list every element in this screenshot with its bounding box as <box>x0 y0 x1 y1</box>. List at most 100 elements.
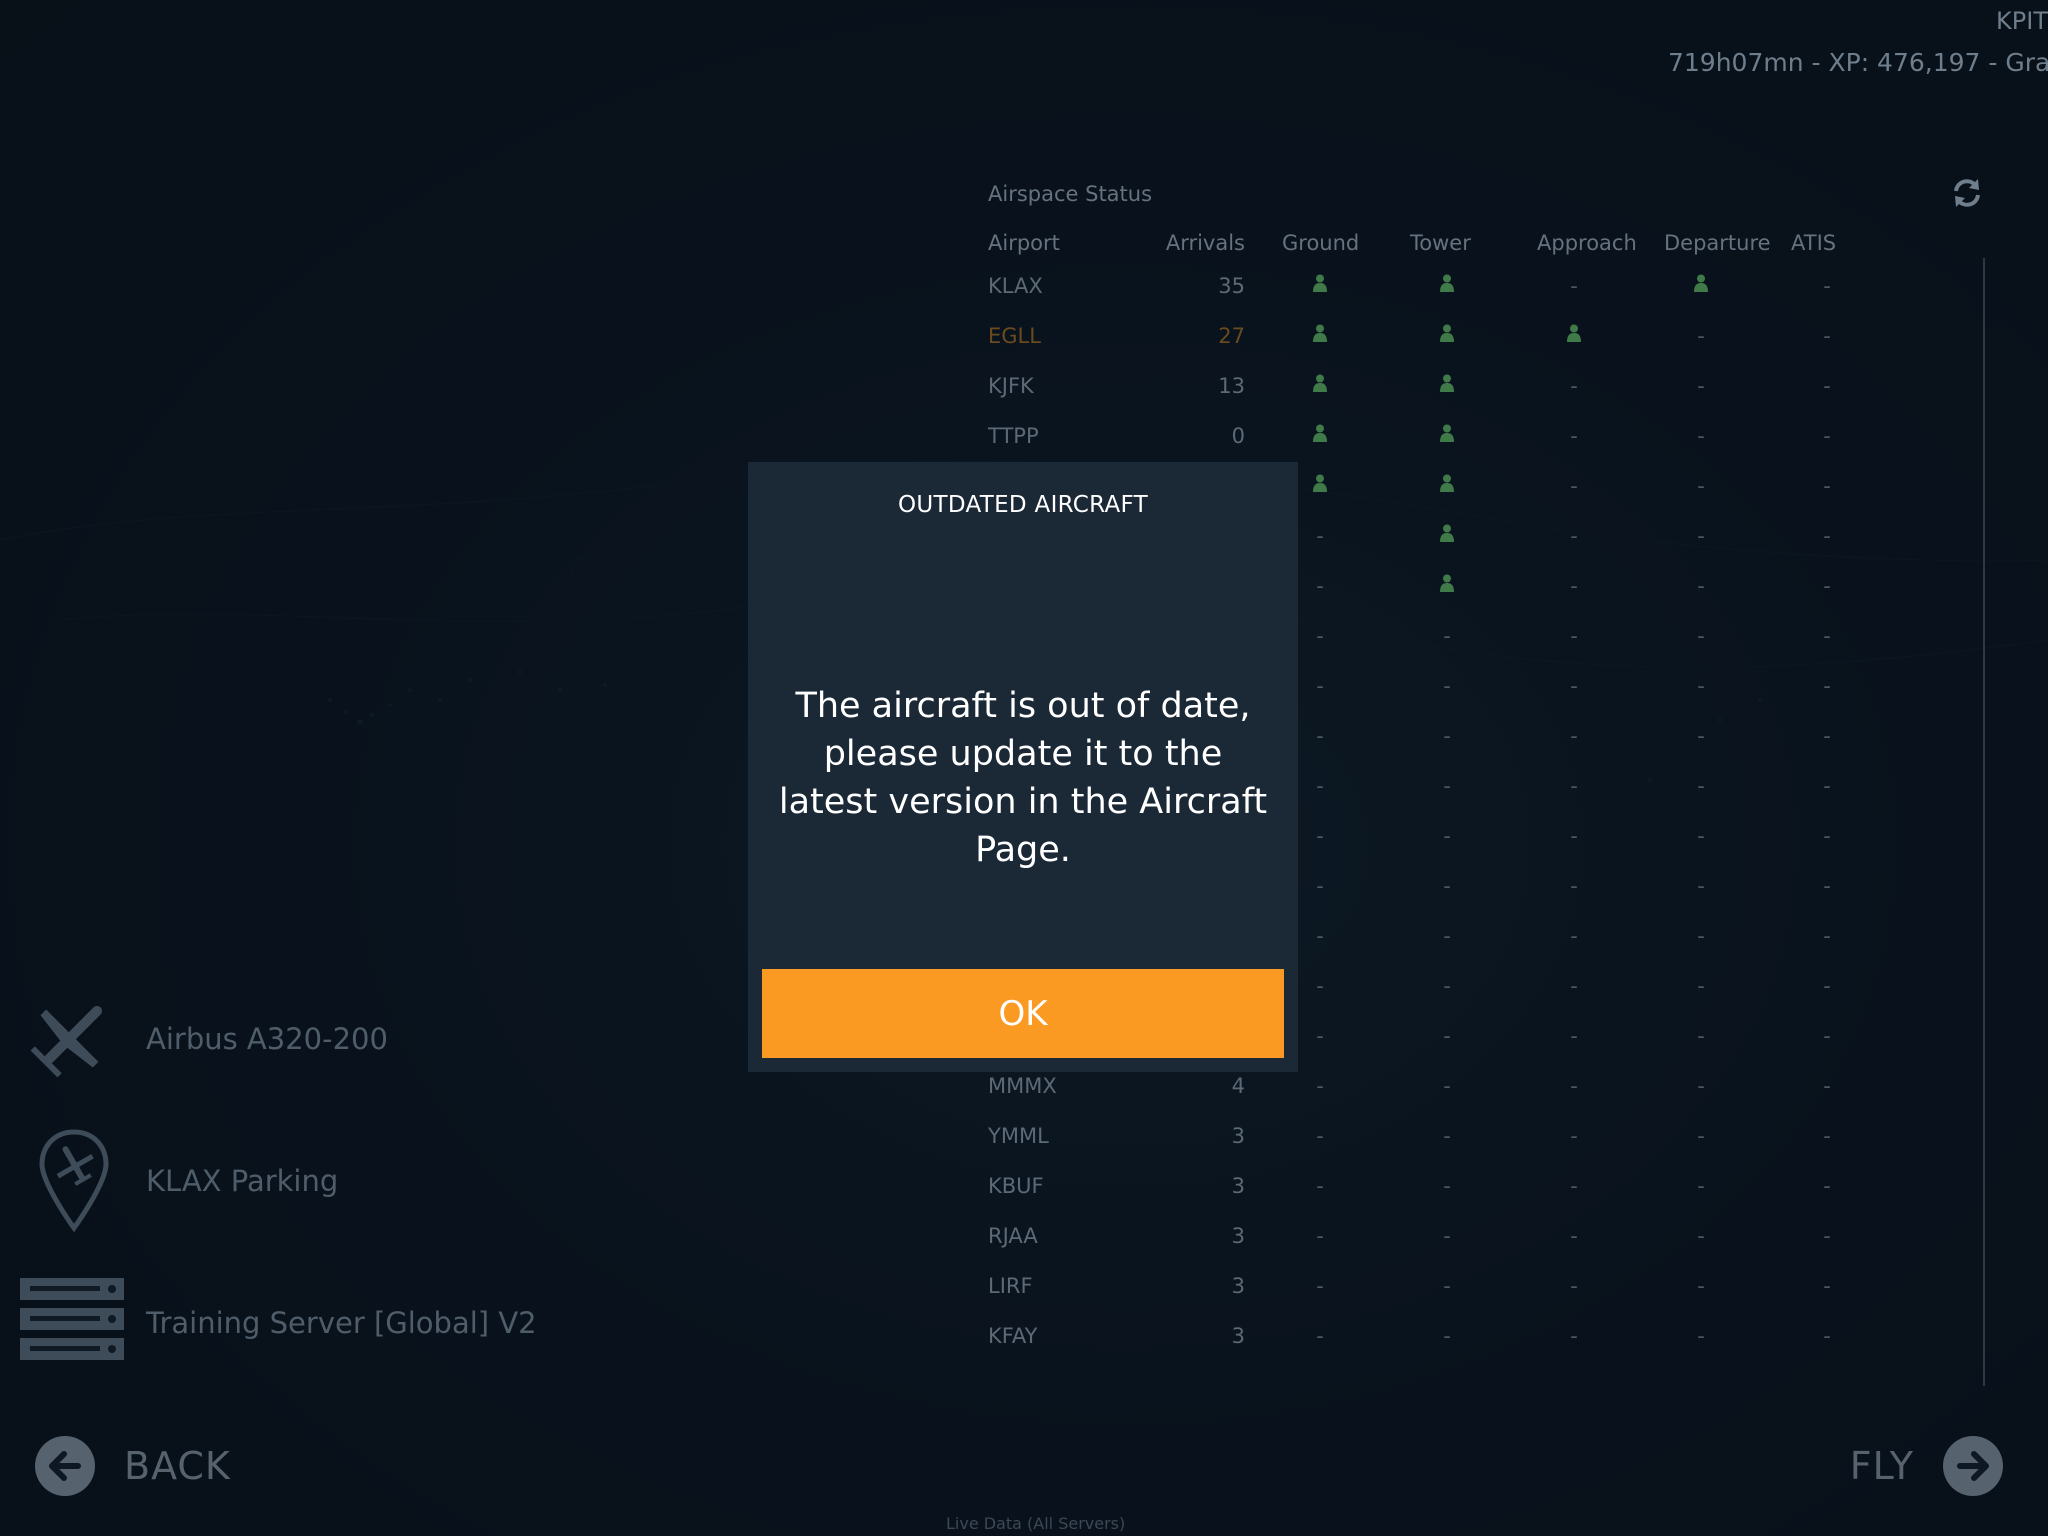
no-controller-dash: - <box>1823 324 1831 348</box>
no-controller-dash: - <box>1570 724 1578 748</box>
location-selection[interactable]: KLAX Parking <box>146 1164 338 1198</box>
no-controller-dash: - <box>1443 874 1451 898</box>
table-row[interactable]: RJAA 3 - - - - - <box>988 1224 1984 1274</box>
no-controller-dash: - <box>1316 1124 1324 1148</box>
no-controller-dash: - <box>1823 1324 1831 1348</box>
no-controller-dash: - <box>1697 1174 1705 1198</box>
no-controller-dash: - <box>1316 1074 1324 1098</box>
controller-icon <box>1313 424 1327 442</box>
no-controller-dash: - <box>1443 1224 1451 1248</box>
no-controller-dash: - <box>1316 624 1324 648</box>
no-controller-dash: - <box>1570 674 1578 698</box>
no-controller-dash: - <box>1697 474 1705 498</box>
no-controller-dash: - <box>1443 924 1451 948</box>
no-controller-dash: - <box>1316 874 1324 898</box>
controller-icon <box>1440 424 1454 442</box>
airport-code: TTPP <box>988 424 1039 448</box>
no-controller-dash: - <box>1823 1024 1831 1048</box>
table-scrollbar[interactable] <box>1983 258 1985 1386</box>
no-controller-dash: - <box>1570 1124 1578 1148</box>
no-controller-dash: - <box>1316 724 1324 748</box>
column-header: Airport <box>988 231 1060 255</box>
column-header: Tower <box>1410 231 1471 255</box>
no-controller-dash: - <box>1570 1324 1578 1348</box>
back-button[interactable]: BACK <box>34 1434 231 1498</box>
no-controller-dash: - <box>1316 774 1324 798</box>
no-controller-dash: - <box>1570 574 1578 598</box>
no-controller-dash: - <box>1823 674 1831 698</box>
arrivals-count: 27 <box>1218 324 1245 348</box>
table-row[interactable]: KFAY 3 - - - - - <box>988 1324 1984 1374</box>
no-controller-dash: - <box>1823 1124 1831 1148</box>
no-controller-dash: - <box>1570 774 1578 798</box>
no-controller-dash: - <box>1443 1024 1451 1048</box>
no-controller-dash: - <box>1570 1074 1578 1098</box>
no-controller-dash: - <box>1316 1274 1324 1298</box>
no-controller-dash: - <box>1697 1074 1705 1098</box>
no-controller-dash: - <box>1316 524 1324 548</box>
airspace-title: Airspace Status <box>988 182 1153 206</box>
column-header: Approach <box>1537 231 1637 255</box>
refresh-icon[interactable] <box>1950 176 1984 210</box>
no-controller-dash: - <box>1823 624 1831 648</box>
no-controller-dash: - <box>1823 824 1831 848</box>
no-controller-dash: - <box>1697 1024 1705 1048</box>
arrivals-count: 3 <box>1231 1224 1245 1248</box>
no-controller-dash: - <box>1570 374 1578 398</box>
airport-code: KBUF <box>988 1174 1044 1198</box>
arrivals-count: 0 <box>1231 424 1245 448</box>
no-controller-dash: - <box>1443 724 1451 748</box>
controller-icon <box>1694 274 1708 292</box>
airport-code: MMMX <box>988 1074 1057 1098</box>
no-controller-dash: - <box>1316 574 1324 598</box>
no-controller-dash: - <box>1570 1024 1578 1048</box>
airport-code: KJFK <box>988 374 1034 398</box>
no-controller-dash: - <box>1697 624 1705 648</box>
no-controller-dash: - <box>1570 974 1578 998</box>
arrivals-count: 3 <box>1231 1124 1245 1148</box>
airport-code: EGLL <box>988 324 1041 348</box>
column-header: Ground <box>1282 231 1360 255</box>
no-controller-dash: - <box>1823 424 1831 448</box>
dialog-message: The aircraft is out of date, please upda… <box>778 686 1268 870</box>
no-controller-dash: - <box>1570 474 1578 498</box>
table-row[interactable]: KLAX 35 - - <box>988 274 1984 324</box>
no-controller-dash: - <box>1316 1024 1324 1048</box>
table-row[interactable]: KJFK 13 - - - <box>988 374 1984 424</box>
no-controller-dash: - <box>1443 1274 1451 1298</box>
no-controller-dash: - <box>1443 974 1451 998</box>
arrivals-count: 4 <box>1231 1074 1245 1098</box>
fly-button[interactable]: FLY <box>1850 1434 2004 1498</box>
no-controller-dash: - <box>1570 424 1578 448</box>
ok-button[interactable]: OK <box>762 969 1284 1058</box>
no-controller-dash: - <box>1823 374 1831 398</box>
airport-code: YMML <box>988 1124 1049 1148</box>
arrow-left-icon <box>35 1436 95 1496</box>
column-header: Departure <box>1664 231 1771 255</box>
table-row[interactable]: YMML 3 - - - - - <box>988 1124 1984 1174</box>
aircraft-selection[interactable]: Airbus A320-200 <box>146 1022 388 1056</box>
table-row[interactable]: EGLL 27 - - <box>988 324 1984 374</box>
controller-icon <box>1313 324 1327 342</box>
no-controller-dash: - <box>1316 974 1324 998</box>
no-controller-dash: - <box>1823 724 1831 748</box>
no-controller-dash: - <box>1697 924 1705 948</box>
controller-icon <box>1440 274 1454 292</box>
table-row[interactable]: LIRF 3 - - - - - <box>988 1274 1984 1324</box>
no-controller-dash: - <box>1823 974 1831 998</box>
no-controller-dash: - <box>1697 574 1705 598</box>
table-row[interactable]: KBUF 3 - - - - - <box>988 1174 1984 1224</box>
no-controller-dash: - <box>1443 774 1451 798</box>
no-controller-dash: - <box>1316 1224 1324 1248</box>
arrivals-count: 3 <box>1231 1174 1245 1198</box>
airplane-icon <box>30 1005 103 1078</box>
table-row[interactable]: MMMX 4 - - - - - <box>988 1074 1984 1124</box>
no-controller-dash: - <box>1316 674 1324 698</box>
no-controller-dash: - <box>1443 624 1451 648</box>
dialog-title: OUTDATED AIRCRAFT <box>897 492 1148 518</box>
controller-icon <box>1440 474 1454 492</box>
server-selection[interactable]: Training Server [Global] V2 <box>146 1306 537 1340</box>
user-airport: KPIT <box>1996 7 2048 35</box>
no-controller-dash: - <box>1570 1224 1578 1248</box>
back-label: BACK <box>124 1444 231 1488</box>
